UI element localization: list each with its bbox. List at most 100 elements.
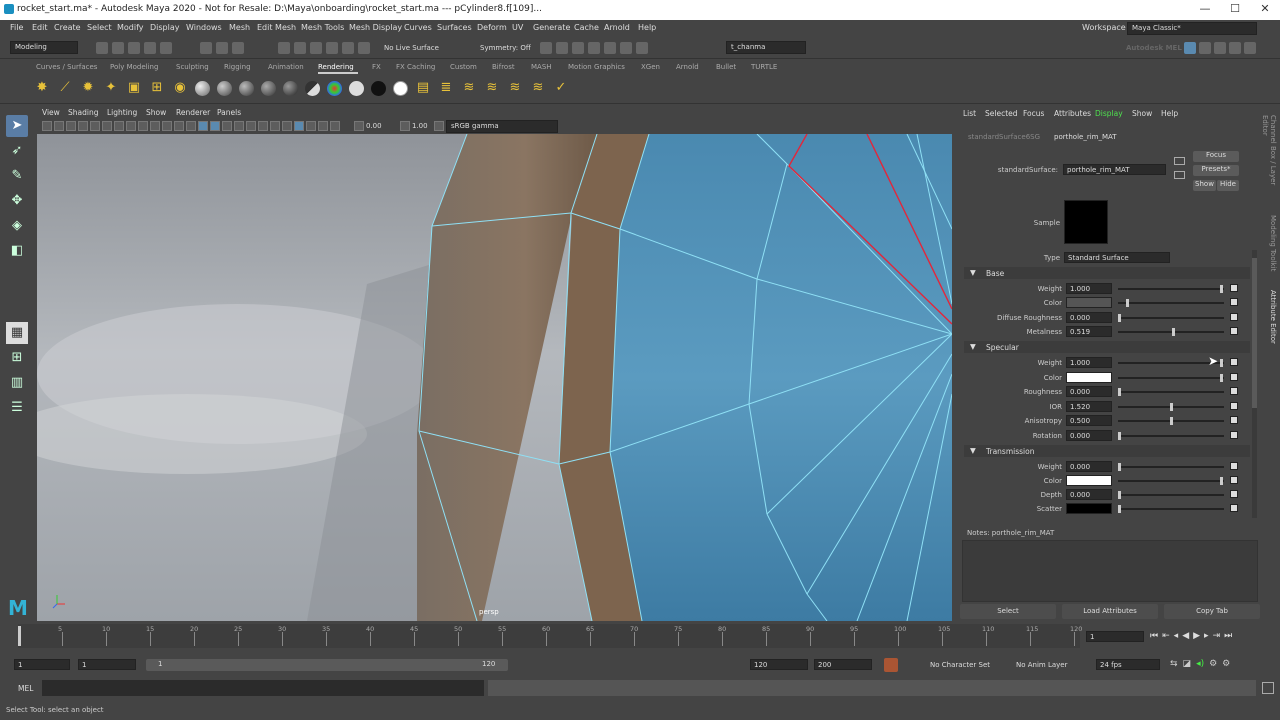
ae-menu-attributes[interactable]: Attributes	[1054, 109, 1091, 118]
shadows-icon[interactable]	[234, 121, 244, 131]
area-light-icon[interactable]: ✦	[103, 80, 119, 96]
ramp-shader-icon[interactable]	[283, 80, 298, 96]
rotate-tool-icon[interactable]: ◈	[6, 215, 28, 237]
attr-slider[interactable]	[1118, 491, 1224, 499]
menu-display[interactable]: Display	[150, 23, 180, 32]
xray-joints-icon[interactable]	[318, 121, 328, 131]
attr-value-field[interactable]: 0.500	[1066, 415, 1112, 426]
notes-textarea[interactable]	[962, 540, 1258, 602]
menu-file[interactable]: File	[10, 23, 23, 32]
snap-grid-icon[interactable]	[278, 42, 290, 54]
use-background-shader-icon[interactable]	[305, 80, 320, 96]
shelf-tab-motion-graphics[interactable]: Motion Graphics	[568, 63, 625, 71]
select-button[interactable]: Select	[960, 604, 1056, 619]
step-forward-frame-icon[interactable]: ▸	[1204, 631, 1209, 641]
vp-menu-view[interactable]: View	[42, 108, 60, 117]
anim-layer-label[interactable]: No Anim Layer	[1016, 661, 1067, 669]
motion-blur-icon[interactable]	[258, 121, 268, 131]
playback-end-field[interactable]: 120	[750, 659, 808, 670]
gamma-icon[interactable]	[400, 121, 410, 131]
menu-create[interactable]: Create	[54, 23, 81, 32]
vp-menu-panels[interactable]: Panels	[217, 108, 241, 117]
field-chart-icon[interactable]	[150, 121, 160, 131]
open-scene-icon[interactable]	[112, 42, 124, 54]
spot-light-icon[interactable]: ✹	[80, 80, 96, 96]
black-shader-icon[interactable]	[371, 80, 386, 96]
map-button-icon[interactable]	[1230, 387, 1238, 395]
map-button-icon[interactable]	[1230, 401, 1238, 410]
depth-of-field-icon[interactable]	[282, 121, 292, 131]
slider-knob[interactable]	[1219, 373, 1223, 382]
modeling-toolkit-icon[interactable]	[1184, 42, 1196, 54]
hide-button[interactable]: Hide	[1217, 180, 1239, 191]
close-button[interactable]: ✕	[1250, 2, 1280, 15]
exposure-value[interactable]: 0.00	[366, 122, 400, 130]
go-to-start-icon[interactable]: ⏮	[1150, 631, 1158, 641]
map-button-icon[interactable]	[1230, 490, 1238, 498]
textured-icon[interactable]	[210, 121, 220, 131]
slider-knob[interactable]	[1219, 359, 1223, 367]
attr-slider[interactable]	[1118, 373, 1224, 382]
script-editor-icon[interactable]	[1262, 682, 1274, 694]
gamma-value[interactable]: 1.00	[412, 122, 434, 130]
paint-select-icon[interactable]: ✎	[6, 165, 28, 187]
goto-input-icon[interactable]	[1174, 157, 1185, 165]
map-button-icon[interactable]	[1230, 504, 1238, 512]
render-check-icon[interactable]: ✓	[553, 80, 569, 96]
attr-value-field[interactable]: 0.000	[1066, 489, 1112, 500]
range-slider-bar[interactable]: 1 120	[146, 659, 508, 671]
vp-menu-show[interactable]: Show	[146, 108, 166, 117]
side-tab-channel-box[interactable]: Channel Box / Layer Editor	[1263, 115, 1277, 205]
tab-material[interactable]: porthole_rim_MAT	[1054, 133, 1117, 141]
lambert-shader-icon[interactable]	[217, 80, 232, 96]
side-tab-modeling-toolkit[interactable]: Modeling Toolkit	[1263, 215, 1277, 280]
mode-dropdown[interactable]: Modeling	[10, 41, 78, 54]
shelf-tab-xgen[interactable]: XGen	[641, 63, 660, 71]
step-back-frame-icon[interactable]: ◂	[1174, 631, 1179, 641]
user-dropdown[interactable]: t_chanma	[726, 41, 806, 54]
scrollbar-thumb[interactable]	[1252, 258, 1257, 408]
menu-generate[interactable]: Generate	[533, 23, 570, 32]
ambient-occlusion-icon[interactable]	[246, 121, 256, 131]
shelf-tab-turtle[interactable]: TURTLE	[751, 63, 777, 71]
new-scene-icon[interactable]	[96, 42, 108, 54]
menu-surfaces[interactable]: Surfaces	[437, 23, 472, 32]
goto-output-icon[interactable]	[1174, 171, 1185, 179]
map-button-icon[interactable]	[1230, 372, 1238, 381]
node-name-field[interactable]: porthole_rim_MAT	[1063, 164, 1166, 175]
attr-slider[interactable]	[1118, 463, 1224, 471]
menu-mesh-display[interactable]: Mesh Display	[349, 23, 402, 32]
shelf-tab-bullet[interactable]: Bullet	[716, 63, 736, 71]
bookmark-icon[interactable]	[54, 121, 64, 131]
pause-icon[interactable]	[636, 42, 648, 54]
step-forward-key-icon[interactable]: ⇥	[1213, 631, 1221, 641]
map-button-icon[interactable]	[1230, 476, 1238, 484]
camera-attributes-icon[interactable]	[42, 121, 52, 131]
maximize-button[interactable]: ☐	[1220, 2, 1250, 15]
menu-mesh-tools[interactable]: Mesh Tools	[301, 23, 344, 32]
camera-icon[interactable]: ◉	[172, 80, 188, 96]
xray-icon[interactable]	[306, 121, 316, 131]
menu-curves[interactable]: Curves	[404, 23, 432, 32]
redo-icon[interactable]	[160, 42, 172, 54]
snap-view-icon[interactable]	[342, 42, 354, 54]
anim-prefs-icon[interactable]: ⚙	[1209, 659, 1217, 669]
shelf-tab-rendering[interactable]: Rendering	[318, 63, 354, 71]
tool-settings-icon[interactable]	[1214, 42, 1226, 54]
perspective-viewport[interactable]: persp	[37, 134, 952, 621]
attr-value-field[interactable]: 1.520	[1066, 400, 1112, 412]
workspace-dropdown[interactable]: Maya Classic*	[1127, 22, 1257, 35]
color-swatch[interactable]	[1066, 371, 1112, 383]
menu-deform[interactable]: Deform	[477, 23, 507, 32]
map-button-icon[interactable]	[1230, 312, 1238, 321]
render-sequence-icon[interactable]: ≋	[507, 80, 523, 96]
anti-aliasing-icon[interactable]	[270, 121, 280, 131]
render-current-frame-icon[interactable]: ≣	[438, 80, 454, 96]
image-plane-icon[interactable]	[66, 121, 76, 131]
attr-value-field[interactable]: 0.000	[1066, 311, 1112, 323]
film-gate-icon[interactable]	[114, 121, 124, 131]
surface-shader-icon[interactable]	[261, 80, 276, 96]
attr-value-field[interactable]: 0.000	[1066, 461, 1112, 472]
attr-slider[interactable]	[1118, 388, 1224, 396]
menu-select[interactable]: Select	[87, 23, 112, 32]
